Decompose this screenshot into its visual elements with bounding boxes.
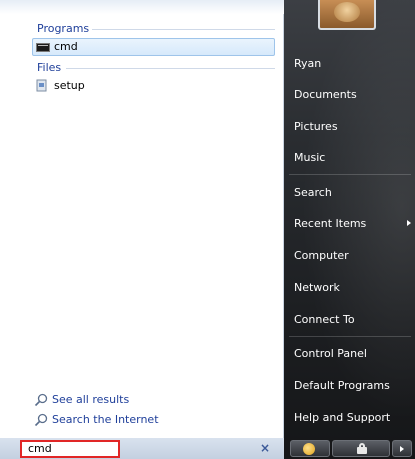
lock-button[interactable]: [332, 440, 390, 457]
menu-item-control-panel[interactable]: Control Panel: [294, 347, 367, 360]
search-internet-label: Search the Internet: [52, 413, 159, 426]
files-header: Files: [37, 61, 62, 74]
search-internet-link[interactable]: Search the Internet: [32, 411, 159, 429]
cmd-icon: [36, 43, 50, 52]
power-button[interactable]: [290, 440, 330, 457]
clear-search-icon[interactable]: ×: [260, 441, 270, 455]
menu-item-documents[interactable]: Documents: [294, 88, 357, 101]
menu-item-help-and-support[interactable]: Help and Support: [294, 411, 390, 424]
search-input[interactable]: cmd: [20, 440, 120, 458]
see-all-results-label: See all results: [52, 393, 130, 406]
power-icon: [303, 443, 315, 455]
result-item-label: cmd: [54, 40, 78, 53]
submenu-arrow-icon: [407, 220, 411, 226]
programs-header: Programs: [37, 22, 90, 35]
result-item-setup[interactable]: setup: [32, 77, 275, 95]
dog-avatar-icon: [334, 2, 360, 22]
menu-item-pictures[interactable]: Pictures: [294, 120, 338, 133]
see-all-results-link[interactable]: See all results: [32, 391, 129, 409]
menu-item-default-programs[interactable]: Default Programs: [294, 379, 390, 392]
menu-item-search[interactable]: Search: [294, 186, 332, 199]
shutdown-options-arrow-button[interactable]: [392, 440, 412, 457]
user-picture[interactable]: [318, 0, 376, 30]
files-divider: [66, 68, 275, 69]
menu-item-recent-items[interactable]: Recent Items: [294, 217, 366, 230]
menu-item-music[interactable]: Music: [294, 151, 325, 164]
menu-divider: [289, 336, 411, 337]
menu-item-ryan[interactable]: Ryan: [294, 57, 321, 70]
menu-item-network[interactable]: Network: [294, 281, 340, 294]
lock-body-icon: [357, 447, 367, 454]
result-item-cmd[interactable]: cmd: [32, 38, 275, 56]
search-icon: [34, 413, 48, 427]
programs-divider: [92, 29, 275, 30]
result-item-label: setup: [54, 79, 85, 92]
menu-divider: [289, 174, 411, 175]
setup-icon: [36, 79, 47, 92]
menu-item-computer[interactable]: Computer: [294, 249, 349, 262]
search-icon: [34, 393, 48, 407]
menu-item-connect-to[interactable]: Connect To: [294, 313, 355, 326]
